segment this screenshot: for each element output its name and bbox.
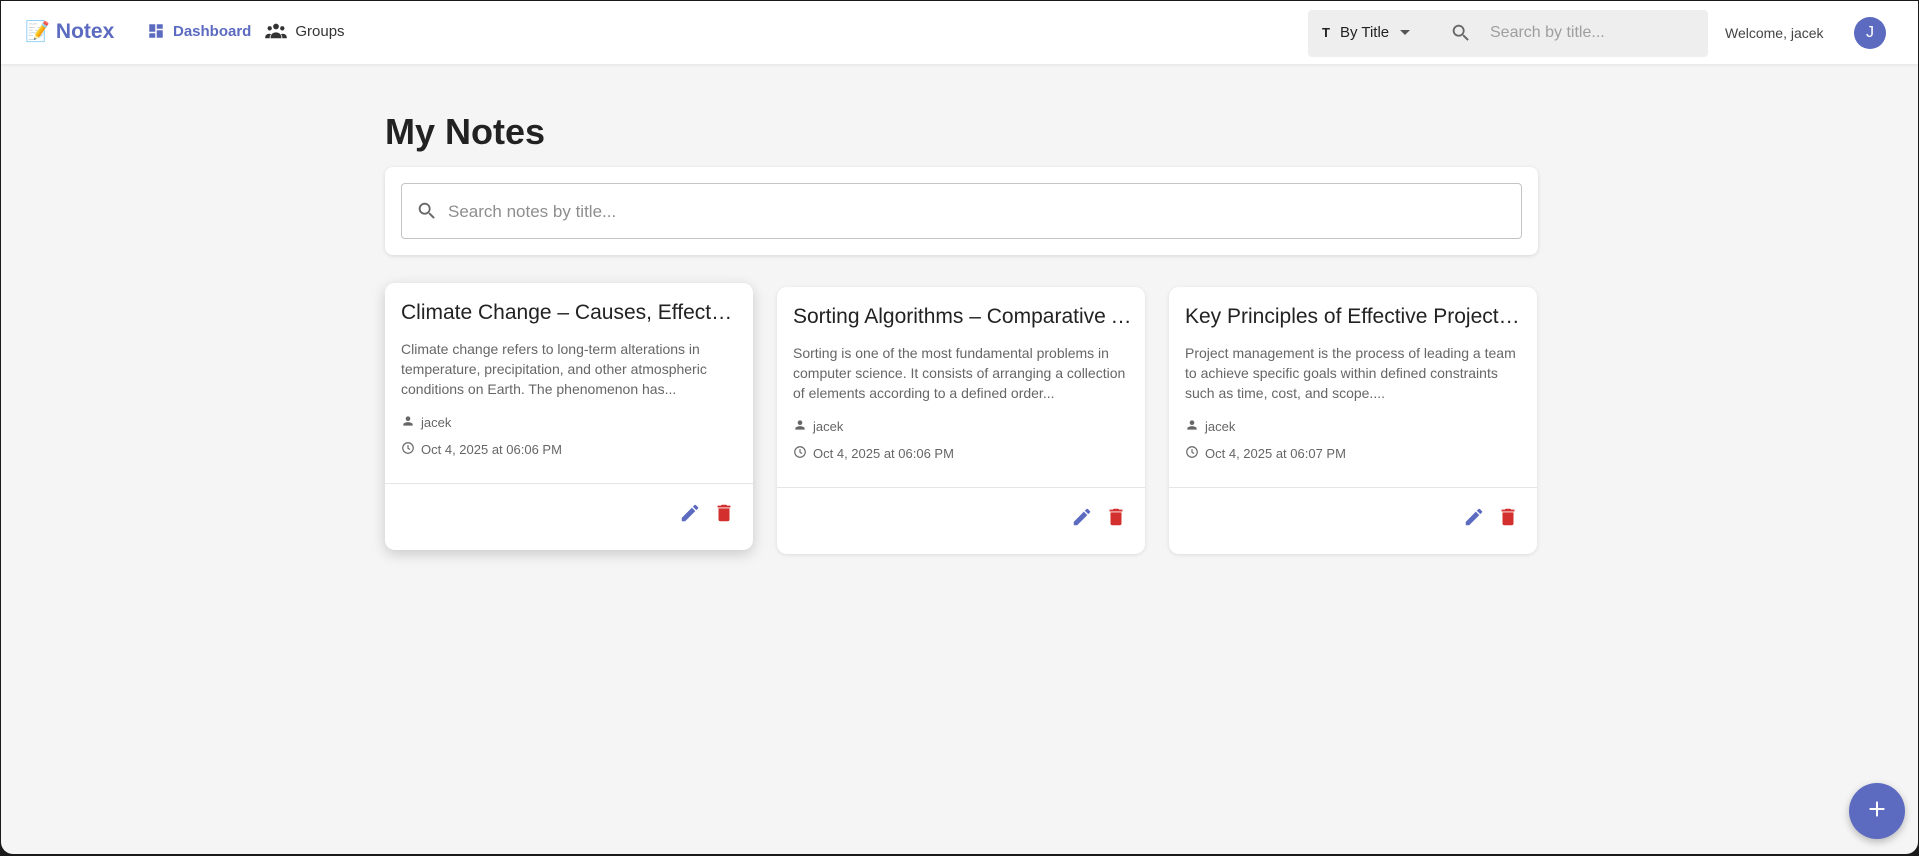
note-author-name: jacek xyxy=(1205,419,1236,434)
title-search-input[interactable] xyxy=(1490,20,1690,46)
note-author-name: jacek xyxy=(421,415,452,430)
main-nav: Dashboard Groups xyxy=(147,22,345,40)
notes-search-input[interactable] xyxy=(448,198,1488,226)
app-window: 📝 Notex Dashboard Groups T By Title Sear… xyxy=(1,1,1918,854)
note-card[interactable]: Climate Change – Causes, Effects, and So… xyxy=(385,283,753,550)
page-title: My Notes xyxy=(385,111,546,152)
card-actions xyxy=(1463,506,1519,533)
note-date-text: Oct 4, 2025 at 06:06 PM xyxy=(813,446,954,461)
delete-icon[interactable] xyxy=(1497,506,1519,533)
nav-groups-label: Groups xyxy=(295,22,345,40)
note-date-text: Oct 4, 2025 at 06:07 PM xyxy=(1205,446,1346,461)
notes-search-field xyxy=(401,183,1522,239)
note-card[interactable]: Key Principles of Effective Project Mana… xyxy=(1169,287,1537,554)
note-date-text: Oct 4, 2025 at 06:06 PM xyxy=(421,442,562,457)
search-icon xyxy=(1450,22,1472,49)
note-author: jacek xyxy=(1185,418,1235,435)
sort-select[interactable]: T By Title xyxy=(1322,24,1411,41)
note-excerpt: Climate change refers to long-term alter… xyxy=(401,341,707,397)
delete-icon[interactable] xyxy=(1105,506,1127,533)
dashboard-icon xyxy=(147,22,165,40)
note-card[interactable]: Sorting Algorithms – Comparative Analysi… xyxy=(777,287,1145,554)
note-author-name: jacek xyxy=(813,419,844,434)
note-excerpt: Project management is the process of lea… xyxy=(1185,345,1516,401)
card-actions xyxy=(679,502,735,529)
card-actions xyxy=(1071,506,1127,533)
note-excerpt: Sorting is one of the most fundamental p… xyxy=(793,345,1126,401)
note-author: jacek xyxy=(793,418,843,435)
top-app-bar: 📝 Notex Dashboard Groups T By Title Sear… xyxy=(1,1,1918,64)
user-avatar[interactable]: J xyxy=(1854,17,1886,49)
person-icon xyxy=(793,418,807,435)
note-date: Oct 4, 2025 at 06:07 PM xyxy=(1185,445,1346,462)
notes-search-card xyxy=(385,167,1538,255)
add-note-button[interactable] xyxy=(1849,783,1905,839)
text-format-icon: T xyxy=(1322,25,1330,40)
sort-search-box: T By Title xyxy=(1308,10,1708,57)
clock-icon xyxy=(793,445,807,462)
edit-icon[interactable] xyxy=(1463,506,1485,533)
edit-icon[interactable] xyxy=(1071,506,1093,533)
card-divider xyxy=(777,487,1145,488)
clock-icon xyxy=(401,441,415,458)
memo-icon: 📝 xyxy=(25,21,50,43)
edit-icon[interactable] xyxy=(679,502,701,529)
plus-icon xyxy=(1867,799,1887,824)
person-icon xyxy=(1185,418,1199,435)
note-title: Key Principles of Effective Project Mana… xyxy=(1185,305,1525,328)
note-title: Climate Change – Causes, Effects, and So… xyxy=(401,301,741,324)
search-icon xyxy=(416,200,438,227)
note-author: jacek xyxy=(401,414,451,431)
card-divider xyxy=(1169,487,1537,488)
nav-dashboard-label: Dashboard xyxy=(173,22,252,40)
clock-icon xyxy=(1185,445,1199,462)
note-date: Oct 4, 2025 at 06:06 PM xyxy=(793,445,954,462)
brand-name: Notex xyxy=(55,20,115,43)
chevron-down-icon xyxy=(1399,24,1411,41)
note-date: Oct 4, 2025 at 06:06 PM xyxy=(401,441,562,458)
note-title: Sorting Algorithms – Comparative Analysi… xyxy=(793,305,1133,328)
welcome-text: Welcome, jacek xyxy=(1725,25,1824,41)
nav-groups[interactable]: Groups xyxy=(265,22,345,40)
card-divider xyxy=(385,483,753,484)
person-icon xyxy=(401,414,415,431)
nav-dashboard[interactable]: Dashboard xyxy=(147,22,251,40)
sort-select-value: By Title xyxy=(1339,24,1390,41)
brand-logo[interactable]: 📝 Notex xyxy=(25,20,114,44)
delete-icon[interactable] xyxy=(713,502,735,529)
groups-icon xyxy=(265,22,288,40)
